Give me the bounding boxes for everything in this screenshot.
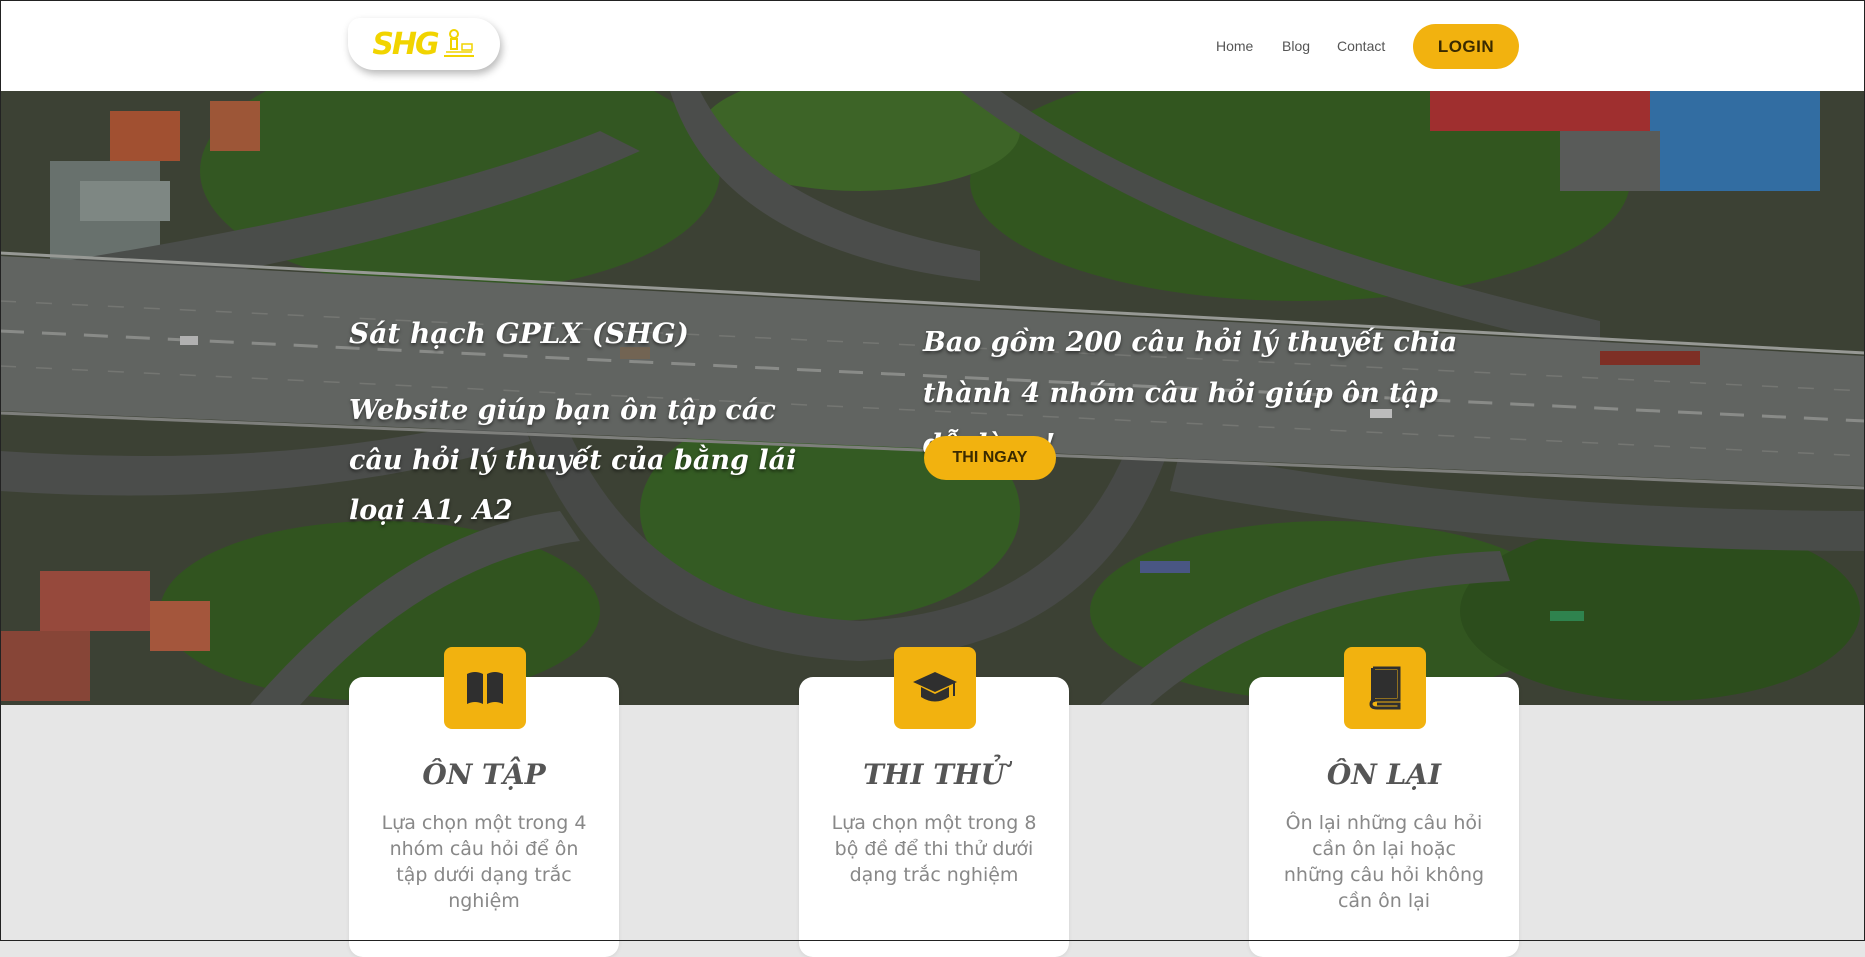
- card-description: Lựa chọn một trong 8 bộ đề để thi thử dư…: [831, 812, 1037, 886]
- card-title: THI THỬ: [863, 758, 1005, 791]
- hero-banner: Sát hạch GPLX (SHG) Website giúp bạn ôn …: [0, 91, 1865, 705]
- book-open-icon: [444, 647, 526, 729]
- login-button[interactable]: LOGIN: [1413, 24, 1519, 69]
- feature-card-review[interactable]: ÔN TẬP Lựa chọn một trong 4 nhóm câu hỏi…: [349, 647, 619, 957]
- feature-card-re-review[interactable]: ÔN LẠI Ôn lại những câu hỏi cần ôn lại h…: [1249, 647, 1519, 957]
- card-description: Lựa chọn một trong 4 nhóm câu hỏi để ôn …: [381, 812, 587, 912]
- nav-blog[interactable]: Blog: [1282, 38, 1310, 54]
- road-sign-icon: [443, 29, 474, 57]
- logo[interactable]: SHG: [348, 18, 500, 70]
- book-icon: [1344, 647, 1426, 729]
- card-title: ÔN LẠI: [1326, 758, 1442, 791]
- feature-card-mock-exam[interactable]: THI THỬ Lựa chọn một trong 8 bộ đề để th…: [799, 647, 1069, 957]
- card-title: ÔN TẬP: [422, 758, 546, 791]
- card-description: Ôn lại những câu hỏi cần ôn lại hoặc nhữ…: [1283, 812, 1485, 912]
- graduation-cap-icon: [894, 647, 976, 729]
- logo-text: SHG: [372, 26, 439, 62]
- site-header: SHG Home Blog Contact LOGIN: [0, 0, 1865, 91]
- hero-title: Sát hạch GPLX (SHG): [349, 317, 689, 350]
- nav-home[interactable]: Home: [1216, 38, 1253, 54]
- nav-contact[interactable]: Contact: [1337, 38, 1385, 54]
- start-exam-button[interactable]: THI NGAY: [924, 436, 1056, 480]
- hero-subtitle: Website giúp bạn ôn tập các câu hỏi lý t…: [349, 395, 797, 526]
